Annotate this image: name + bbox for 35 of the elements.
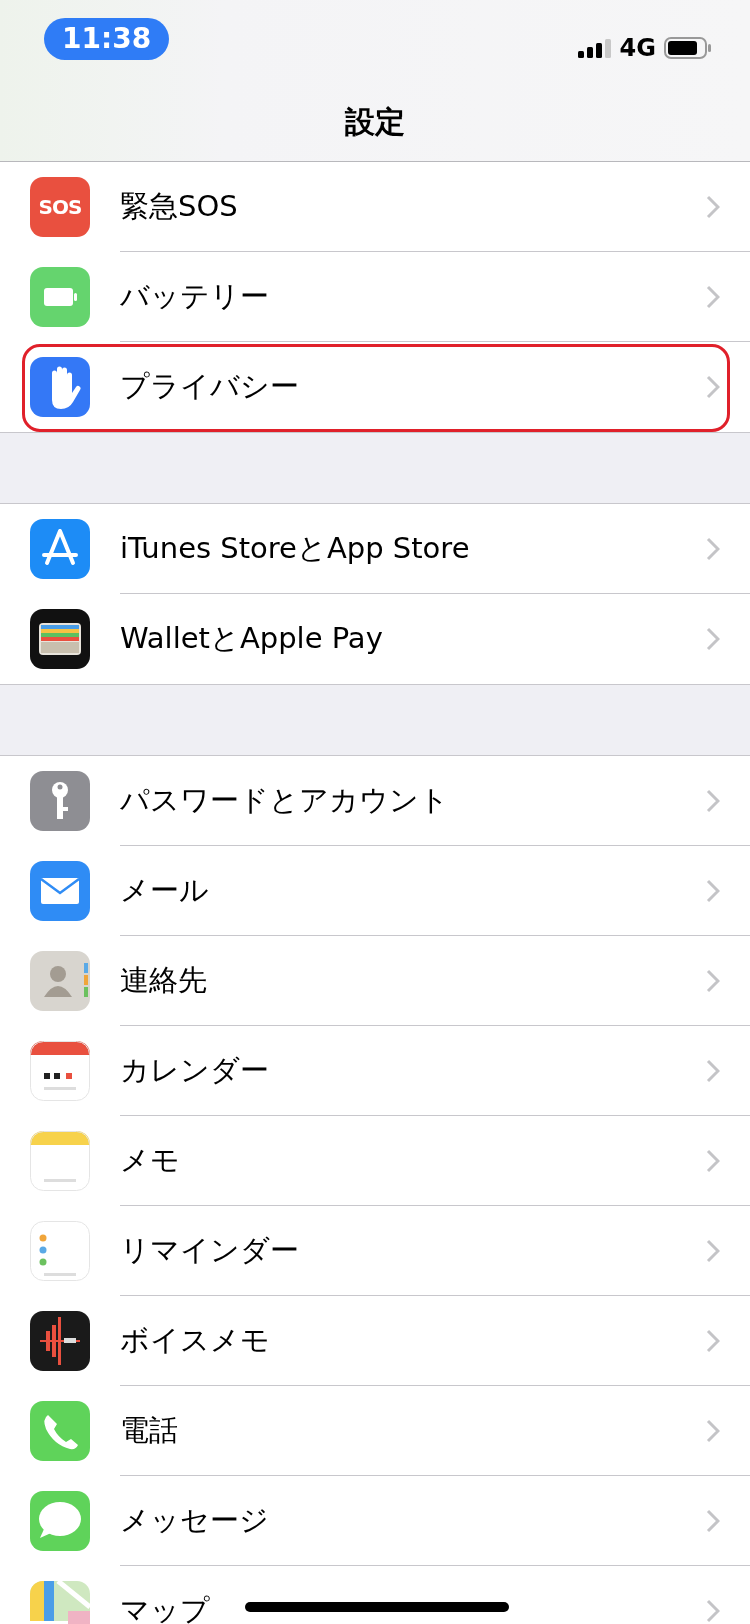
waveform-icon: [30, 1311, 90, 1371]
calendar-icon: [30, 1041, 90, 1101]
chevron-icon: [706, 194, 720, 219]
chevron-icon: [706, 1148, 720, 1173]
clock-time: 11:38: [44, 18, 170, 60]
chevron-icon: [706, 1238, 720, 1263]
chevron-icon: [706, 878, 720, 903]
sos-icon: SOS: [30, 177, 90, 237]
chevron-icon: [706, 284, 720, 309]
chevron-icon: [706, 1328, 720, 1353]
chevron-icon: [706, 536, 720, 561]
page-title: 設定: [344, 103, 406, 141]
key-icon: [30, 771, 90, 831]
letter-a-icon: [30, 519, 90, 579]
speech-bubble-icon: [30, 1491, 90, 1551]
phone-icon: [30, 1401, 90, 1461]
notepad-icon: [30, 1131, 90, 1191]
chevron-icon: [706, 375, 720, 399]
battery-icon: [664, 37, 712, 59]
person-icon: [30, 951, 90, 1011]
chevron-icon: [706, 1508, 720, 1533]
chevron-icon: [706, 1418, 720, 1443]
map-icon: [30, 1581, 90, 1624]
envelope-icon: [30, 861, 90, 921]
chevron-icon: [706, 1058, 720, 1083]
chevron-icon: [706, 968, 720, 993]
signal-icon: [577, 38, 612, 58]
chevron-icon: [706, 1599, 720, 1623]
network-label: 4G: [619, 34, 656, 62]
battery-icon: [30, 267, 90, 327]
checklist-icon: [30, 1221, 90, 1281]
hand-icon: [30, 357, 90, 417]
chevron-icon: [706, 788, 720, 813]
chevron-icon: [706, 627, 720, 651]
wallet-icon: [30, 609, 90, 669]
